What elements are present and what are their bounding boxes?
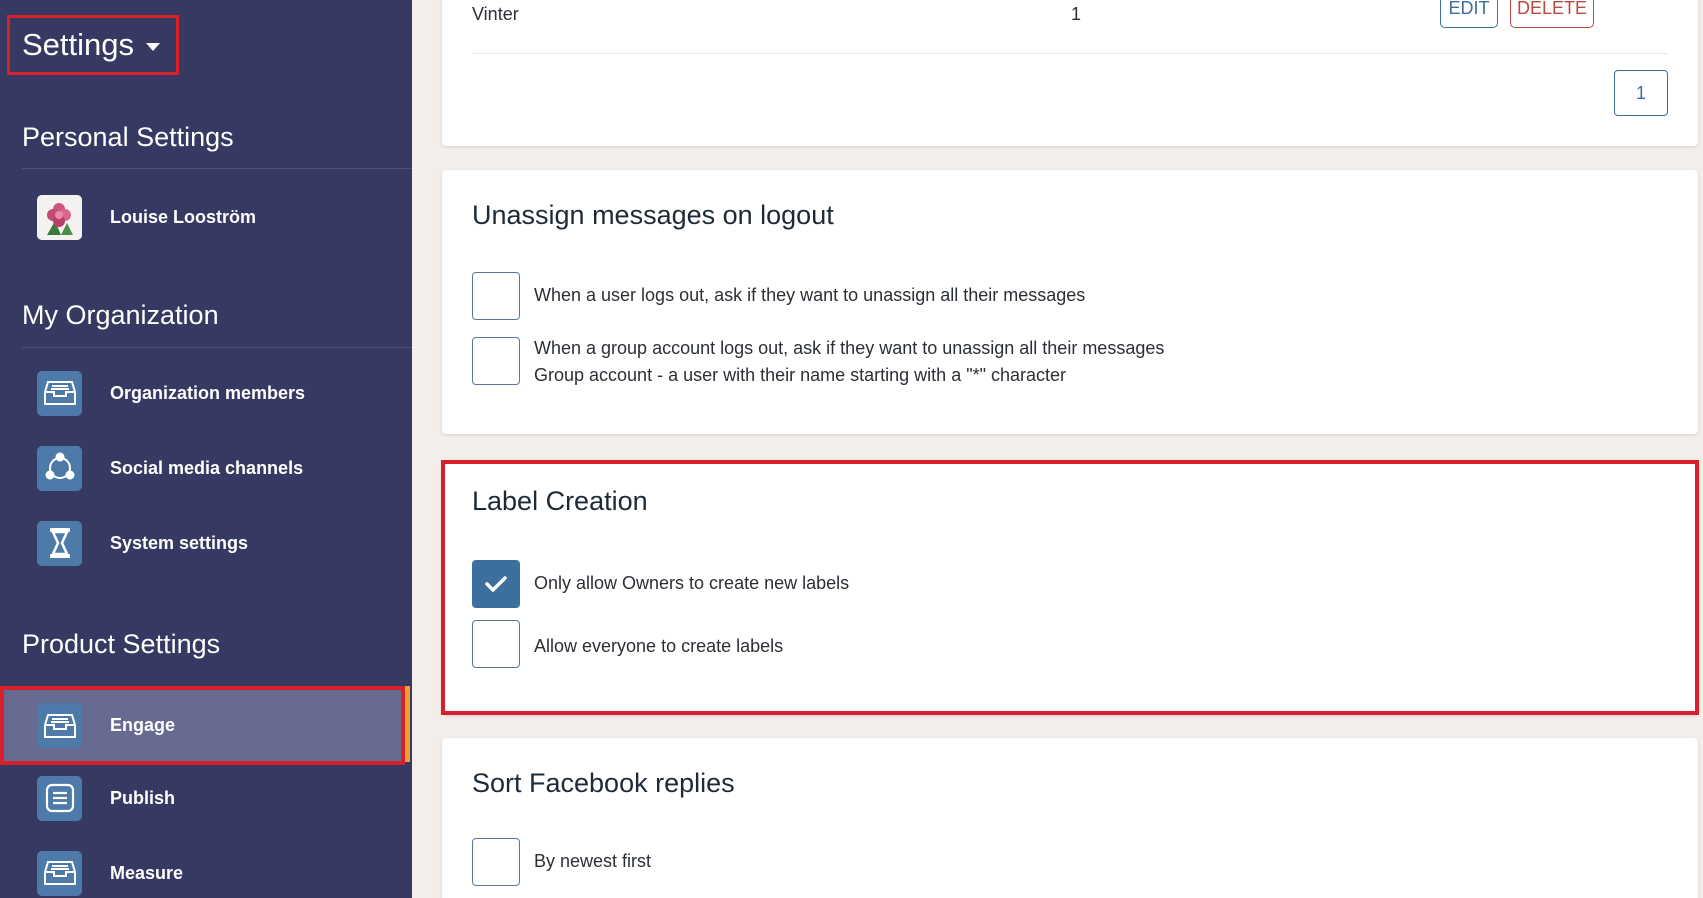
- unassign-title: Unassign messages on logout: [472, 200, 834, 230]
- sidebar-item-measure[interactable]: Measure: [0, 837, 405, 898]
- sidebar-item-social-media-channels[interactable]: Social media channels: [0, 432, 405, 504]
- avatar: [37, 194, 82, 240]
- sidebar-item-label: System settings: [110, 532, 249, 553]
- owners-only-label: Only allow Owners to create new labels: [534, 573, 850, 593]
- inbox-icon: [37, 370, 82, 416]
- sidebar-item-organization-members[interactable]: Organization members: [0, 357, 405, 429]
- sidebar-item-label: Engage: [110, 715, 176, 735]
- label-count-cell: 1: [1071, 4, 1082, 24]
- newest-first-label: By newest first: [534, 851, 652, 871]
- my-organization-title: My Organization: [22, 300, 219, 330]
- sidebar-item-user-profile[interactable]: Louise Looström: [0, 181, 405, 253]
- sidebar-item-label: Measure: [110, 862, 184, 883]
- sidebar-item-label: Publish: [110, 787, 176, 808]
- sidebar-item-label: Organization members: [110, 382, 306, 403]
- sort-facebook-card: Sort Facebook replies By newest first: [442, 738, 1698, 898]
- unassign-group-checkbox[interactable]: [472, 337, 520, 385]
- unassign-messages-card: Unassign messages on logout When a user …: [442, 170, 1698, 434]
- sidebar-item-engage[interactable]: Engage: [0, 686, 405, 765]
- labels-table-card: Vinter 1 EDIT DELETE 1: [442, 0, 1698, 146]
- newest-first-checkbox[interactable]: [472, 838, 520, 886]
- label-name-cell: Vinter: [472, 4, 519, 24]
- settings-sidebar: Settings Personal Settings Louise Loostr…: [0, 0, 412, 898]
- section-divider: [22, 168, 412, 169]
- label-creation-card: Label Creation Only allow Owners to crea…: [442, 460, 1698, 715]
- inbox-icon: [37, 850, 82, 896]
- edit-button[interactable]: EDIT: [1440, 0, 1498, 28]
- settings-title-text: Settings: [22, 27, 135, 62]
- user-name-label: Louise Looström: [110, 206, 257, 227]
- unassign-group-hint: Group account - a user with their name s…: [534, 365, 1067, 385]
- product-settings-title: Product Settings: [22, 629, 221, 659]
- sort-facebook-title: Sort Facebook replies: [472, 768, 735, 798]
- settings-dropdown[interactable]: Settings: [7, 15, 179, 75]
- active-indicator: [405, 686, 410, 762]
- share-network-icon: [37, 445, 82, 491]
- unassign-user-checkbox[interactable]: [472, 272, 520, 320]
- owners-only-checkbox[interactable]: [472, 560, 520, 608]
- everyone-checkbox[interactable]: [472, 620, 520, 668]
- row-divider: [472, 53, 1668, 54]
- sidebar-item-publish[interactable]: Publish: [0, 762, 405, 834]
- delete-button[interactable]: DELETE: [1510, 0, 1594, 28]
- personal-settings-title: Personal Settings: [22, 122, 234, 152]
- label-creation-title: Label Creation: [472, 486, 648, 516]
- unassign-group-label: When a group account logs out, ask if th…: [534, 338, 1165, 358]
- unassign-user-label: When a user logs out, ask if they want t…: [534, 285, 1086, 305]
- list-document-icon: [37, 775, 82, 821]
- everyone-label: Allow everyone to create labels: [534, 636, 784, 656]
- checkmark-icon: [485, 576, 507, 592]
- section-divider: [22, 347, 412, 348]
- inbox-icon: [37, 703, 82, 748]
- pagination-page-button[interactable]: 1: [1614, 70, 1668, 116]
- sidebar-item-label: Social media channels: [110, 457, 304, 478]
- hourglass-icon: [37, 520, 82, 566]
- sidebar-item-system-settings[interactable]: System settings: [0, 507, 405, 579]
- caret-down-icon: [146, 43, 161, 51]
